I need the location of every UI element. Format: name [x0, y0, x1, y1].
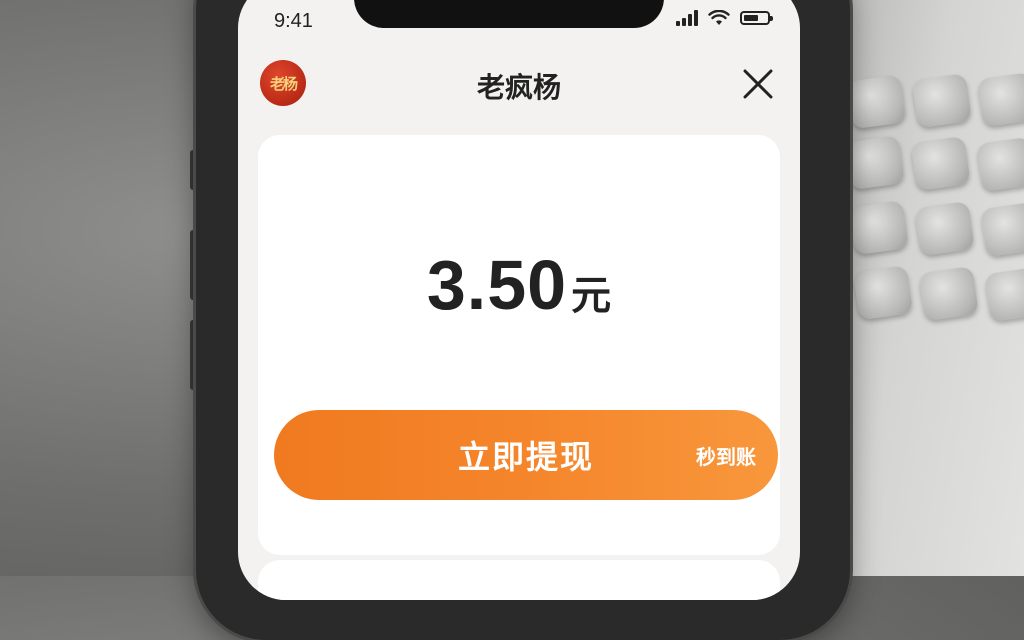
phone-notch: [354, 0, 664, 28]
keycap: [918, 266, 979, 322]
balance-unit: 元: [571, 273, 612, 319]
keycap: [911, 73, 972, 129]
balance-amount: 3.50 元: [258, 245, 780, 325]
phone-screen: 9:41 老杨 老疯杨 3.50 元: [238, 0, 800, 600]
page-title: 老疯杨: [476, 71, 561, 104]
keycap: [984, 266, 1024, 322]
battery-icon: [740, 11, 773, 25]
close-icon[interactable]: [740, 66, 776, 102]
balance-value: 3.50: [426, 246, 568, 324]
wifi-icon: [708, 10, 730, 25]
status-time: 9:41: [274, 10, 313, 32]
keycap: [852, 265, 914, 321]
withdraw-button[interactable]: 立即提现 秒到账: [274, 410, 778, 500]
instant-arrival-tag: 秒到账: [696, 445, 756, 469]
keycap: [980, 201, 1024, 257]
signal-icon: [676, 10, 698, 26]
secondary-card: [258, 560, 780, 600]
keycap: [846, 74, 907, 130]
keycap: [977, 72, 1024, 128]
keycap: [844, 135, 905, 191]
keycap: [976, 136, 1024, 192]
keycap: [914, 201, 975, 257]
keycap: [848, 200, 909, 256]
nav-bar: 老杨 老疯杨: [238, 60, 800, 106]
withdraw-button-label: 立即提现: [457, 438, 594, 476]
status-icons: [676, 10, 773, 26]
keycap: [910, 135, 971, 191]
